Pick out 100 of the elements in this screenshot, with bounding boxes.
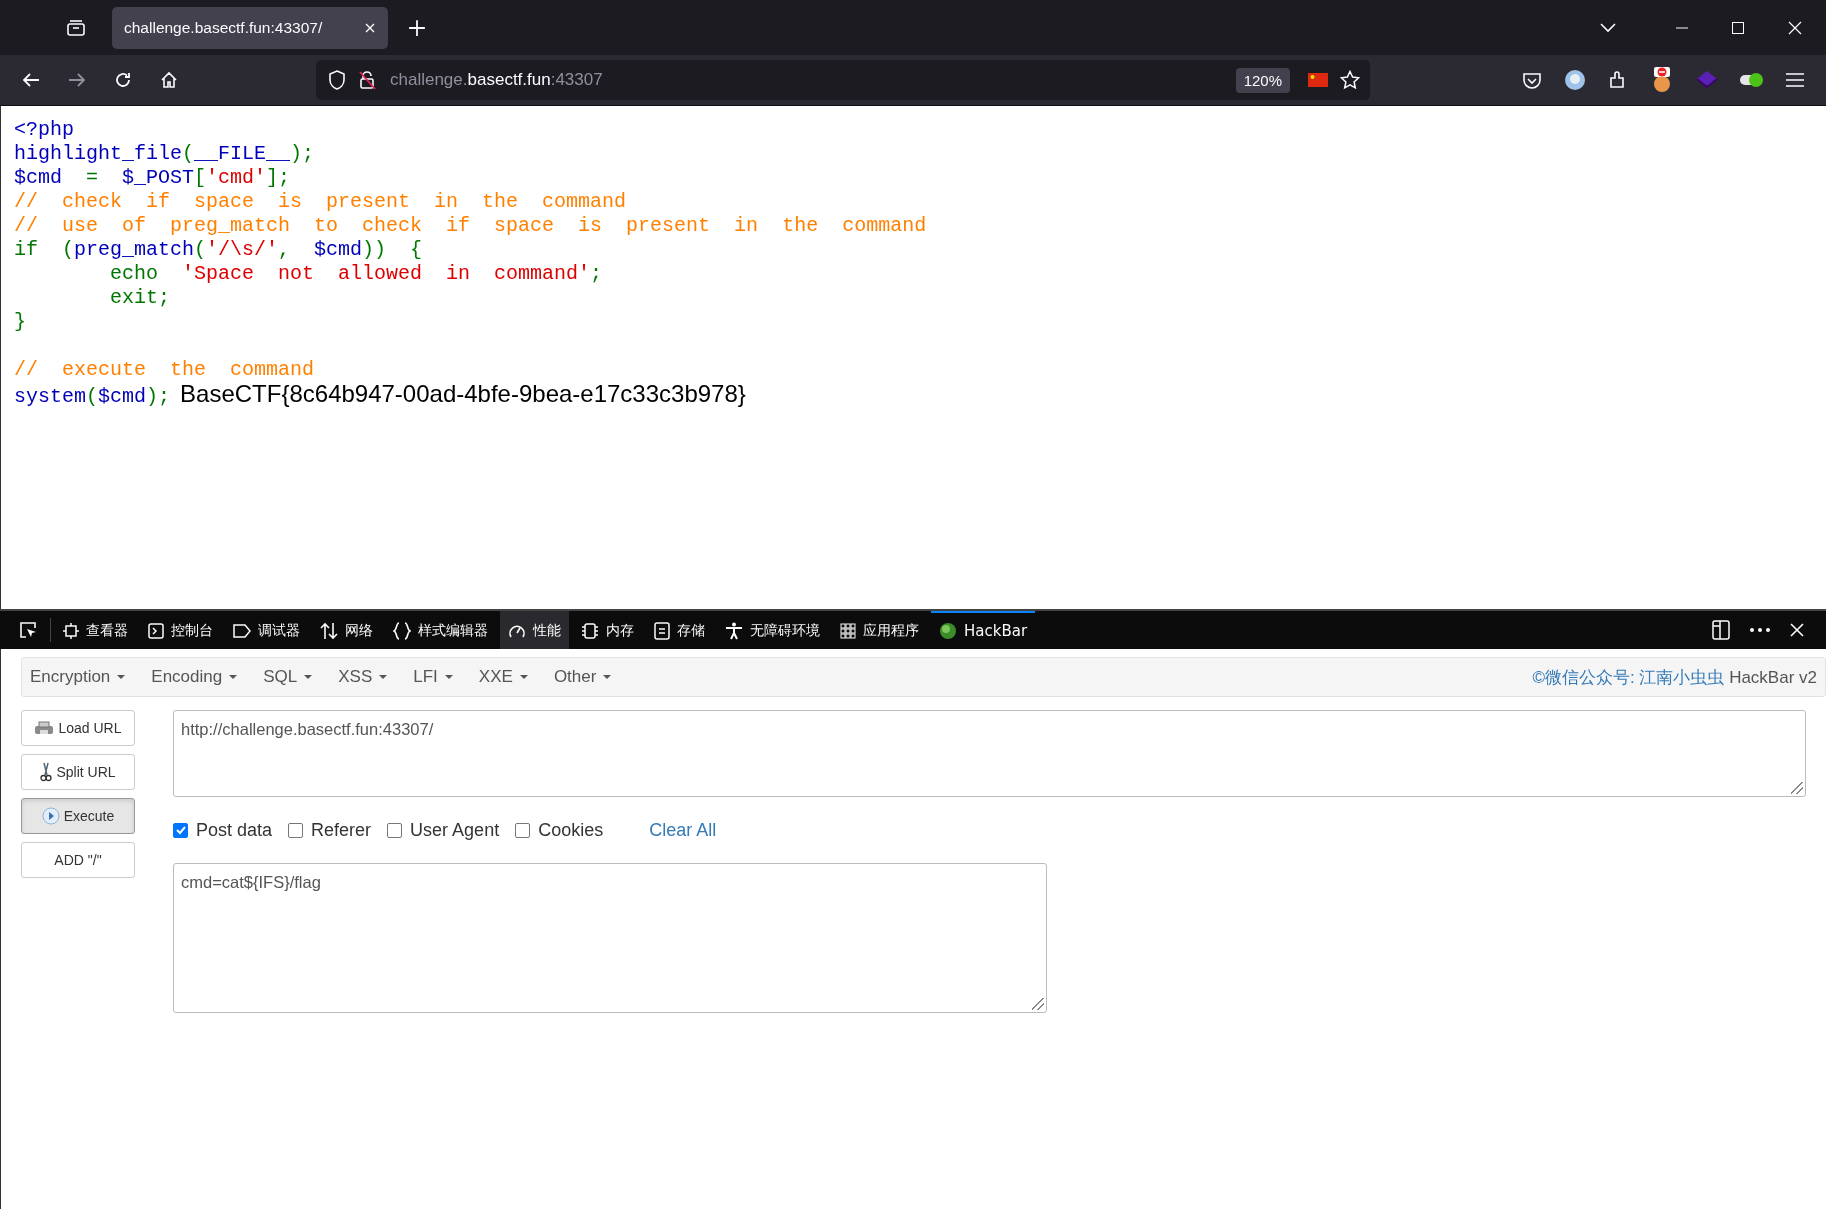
devtools-tab[interactable]: 控制台 [140,611,221,649]
code-token: preg_match [74,238,195,261]
devtools-tab[interactable]: 网络 [312,611,381,649]
code-token: __FILE__ [194,142,291,165]
code-token: ); [146,385,171,408]
option-checkbox[interactable]: Cookies [515,819,604,841]
checkbox[interactable] [288,822,304,838]
toggle-icon[interactable] [1740,73,1764,87]
code-token: exit; [109,286,171,309]
person-icon [725,622,743,640]
checkbox[interactable] [173,822,188,838]
clear-all-link[interactable]: Clear All [649,819,717,841]
menu-dropdown[interactable]: SQL [263,667,313,687]
star-icon[interactable] [1340,70,1360,90]
checkbox[interactable] [515,822,531,838]
new-tab-icon[interactable] [408,18,426,37]
code-token: $cmd [98,385,147,408]
up-down-arrows-icon [320,622,338,640]
tab-list-icon[interactable] [66,17,86,38]
storage-icon [654,622,670,640]
console-icon [148,623,164,639]
menu-dropdown[interactable]: Encoding [151,667,238,687]
hackbar-logo-icon [939,622,957,640]
reload-icon[interactable] [114,71,132,89]
element-picker-icon[interactable] [18,620,38,640]
menu-dropdown[interactable]: XSS [338,667,388,687]
code-token: // execute the command [14,358,315,381]
menu-dropdown[interactable]: Other [553,667,612,687]
braces-icon [393,622,411,640]
home-icon[interactable] [160,71,178,89]
code-token: ); [290,142,315,165]
option-label: Cookies [538,819,604,841]
code-token: echo [109,262,160,285]
hackbar-button[interactable]: Execute [21,798,135,834]
code-token: ; [590,262,603,285]
code-token: ( [182,142,195,165]
tag-icon [233,624,251,638]
code-token: '/\s/' [206,238,279,261]
grid-icon [840,623,856,639]
option-label: User Agent [410,819,500,841]
browser-tab[interactable]: challenge.basectf.fun:43307/ [112,6,388,49]
back-arrow-icon[interactable] [22,72,40,88]
pocket-icon[interactable] [1522,70,1542,90]
menu-icon[interactable] [1786,73,1804,87]
close-icon[interactable] [364,21,376,34]
code-token: 'Space not allowed in command' [182,262,591,285]
forward-arrow-icon[interactable] [68,72,86,88]
devtools-tab[interactable]: HackBar [931,611,1036,649]
devtools-tab[interactable]: 无障碍环境 [717,611,828,649]
option-checkbox[interactable]: Post data [173,819,273,841]
code-token: $cmd [314,238,363,261]
gauge-icon [508,623,526,639]
url-field[interactable]: http://challenge.basectf.fun:43307/ [173,710,1806,797]
devtools-tab[interactable]: 样式编辑器 [385,611,496,649]
checkbox[interactable] [387,822,403,838]
hackbar-button[interactable]: Split URL [21,754,135,790]
minimize-icon[interactable] [1676,26,1688,29]
code-token: <?php [14,118,74,141]
menu-dropdown[interactable]: XXE [478,667,528,687]
devtools-tab[interactable]: 内存 [573,611,642,649]
devtools-tab[interactable]: 性能 [500,611,569,649]
printer-icon [34,720,55,736]
code-token: , [278,238,292,261]
code-token: if ( [14,238,74,261]
hackbar-button[interactable]: Load URL [21,710,135,746]
avatar-icon[interactable] [1564,69,1586,91]
close-icon[interactable] [1788,20,1802,35]
maximize-icon[interactable] [1732,21,1744,34]
code-token: = [86,166,100,189]
option-label: Post data [196,819,273,841]
option-checkbox[interactable]: Referer [288,819,372,841]
code-token: $cmd [14,166,63,189]
flag-icon [1308,73,1328,87]
option-checkbox[interactable]: User Agent [387,819,500,841]
inspector-icon [63,623,79,639]
menu-dropdown[interactable]: Encryption [30,667,126,687]
chevron-down-icon[interactable] [1600,22,1616,33]
code-token: [ [194,166,207,189]
devtools-tab[interactable]: 调试器 [225,611,308,649]
scissors-icon [40,762,53,782]
dock-icon[interactable] [1712,620,1730,640]
code-token: 'cmd' [206,166,267,189]
code-token: ( [194,238,207,261]
zoom-level-button[interactable]: 120% [1235,67,1290,93]
code-token: highlight_file [14,142,183,165]
post-data-field[interactable]: cmd=cat${IFS}/flag [173,863,1047,1013]
hackbar-button[interactable]: ADD "/" [21,842,135,878]
more-icon[interactable] [1750,628,1770,632]
play-icon [41,807,60,825]
code-token: system [14,385,86,408]
option-label: Referer [311,819,372,841]
devtools-tab[interactable]: 存储 [646,611,713,649]
close-icon[interactable] [1790,623,1804,637]
code-token: )) { [362,238,423,261]
shield-icon[interactable] [328,70,346,90]
insecure-lock-icon [358,70,376,90]
menu-dropdown[interactable]: LFI [413,667,453,687]
devtools-tab[interactable]: 应用程序 [832,611,927,649]
address-bar[interactable]: challenge.basectf.fun:43307 120% [316,60,1370,100]
devtools-tab[interactable]: 查看器 [55,611,136,649]
